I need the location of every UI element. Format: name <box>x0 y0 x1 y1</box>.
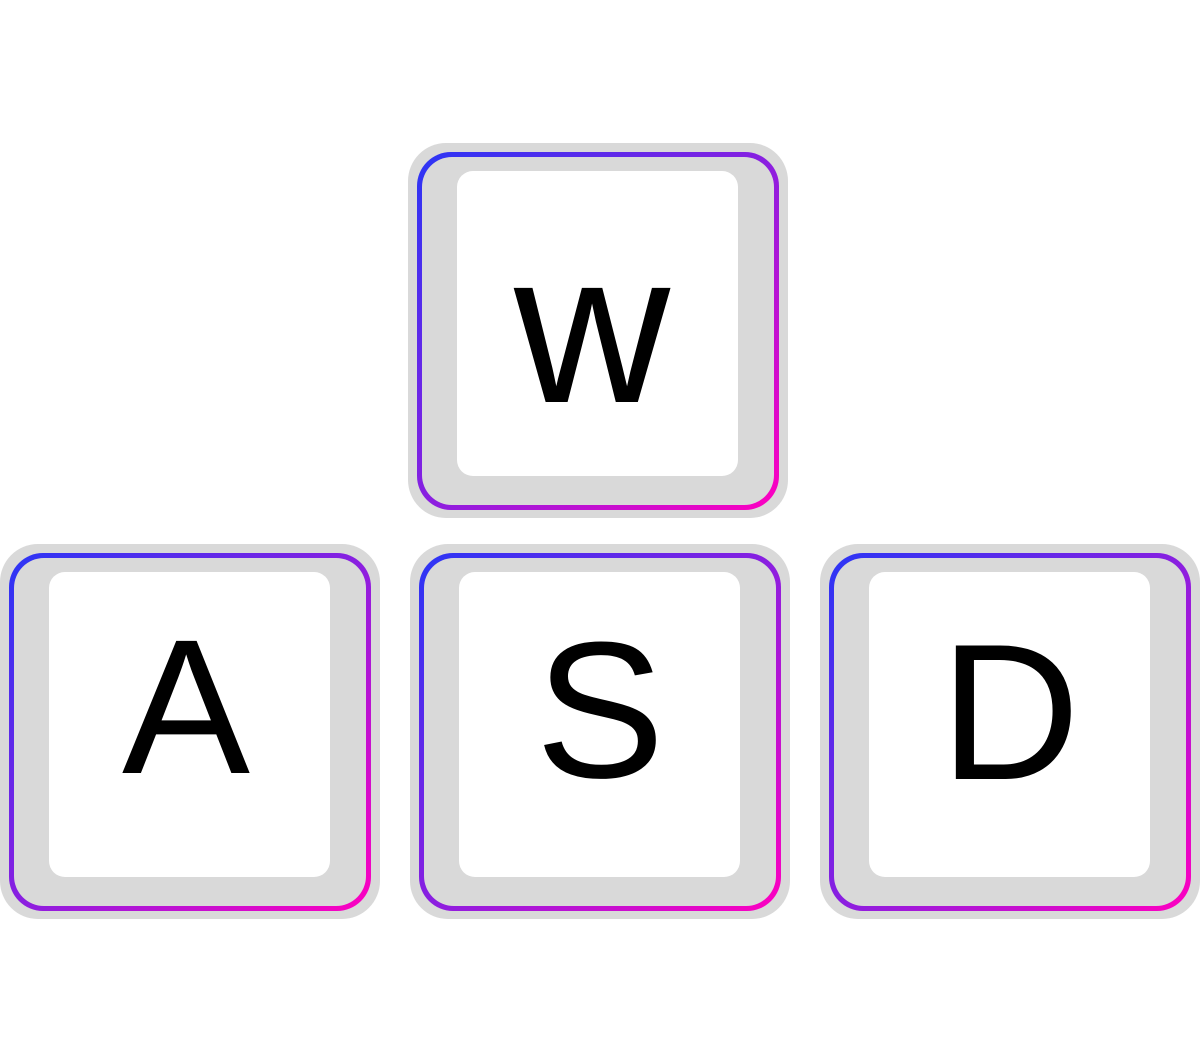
key-a[interactable]: A <box>0 544 380 919</box>
key-w[interactable]: w <box>408 143 788 518</box>
key-label-a: A <box>121 599 251 814</box>
key-label-s: S <box>535 602 665 819</box>
key-label-w: w <box>514 206 670 448</box>
key-label-d: D <box>939 604 1081 821</box>
key-s[interactable]: S <box>410 544 790 919</box>
key-d[interactable]: D <box>820 544 1200 919</box>
